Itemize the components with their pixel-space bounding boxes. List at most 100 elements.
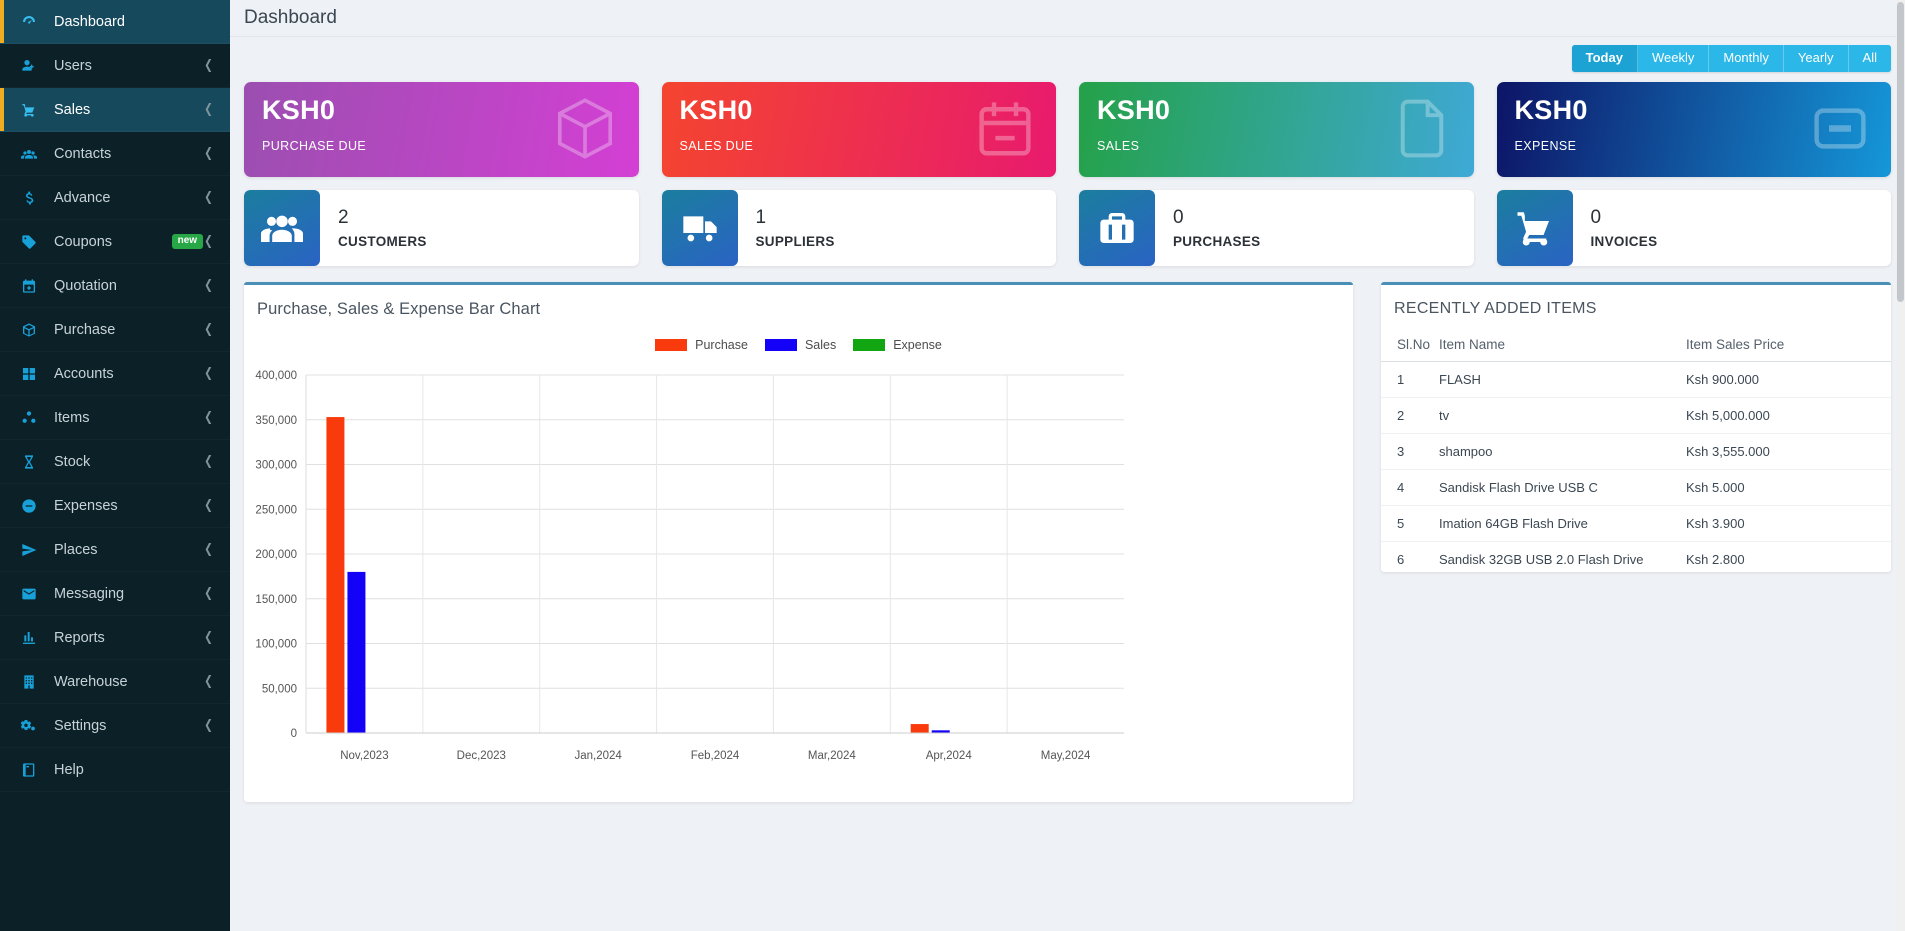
bar-sales-Nov,2023[interactable] — [347, 572, 366, 734]
chevron-left-icon[interactable]: ❮ — [204, 674, 213, 689]
chevron-left-icon[interactable]: ❮ — [204, 366, 213, 381]
sidebar-item-warehouse[interactable]: Warehouse ❮ — [0, 660, 230, 704]
chevron-left-icon[interactable]: ❮ — [204, 58, 213, 73]
chevron-left-icon[interactable]: ❮ — [204, 102, 213, 117]
count-card-customers[interactable]: 2 CUSTOMERS — [244, 190, 639, 267]
filter-today-button[interactable]: Today — [1571, 45, 1638, 73]
sidebar-item-label: Settings — [54, 717, 107, 734]
sidebar-item-label: Quotation — [54, 277, 117, 294]
summary-card-sales[interactable]: KSH0 SALES — [1079, 82, 1474, 178]
count-card-purchases[interactable]: 0 PURCHASES — [1079, 190, 1474, 267]
period-filter-group[interactable]: Today Weekly Monthly Yearly All — [1571, 45, 1891, 73]
box-icon — [549, 92, 621, 167]
sidebar-item-expenses[interactable]: Expenses ❮ — [0, 484, 230, 528]
y-axis-tick-label: 300,000 — [255, 460, 297, 472]
chevron-left-icon[interactable]: ❮ — [204, 586, 213, 601]
minus-box-icon — [1807, 95, 1873, 164]
chevron-left-icon[interactable]: ❮ — [204, 322, 213, 337]
table-row[interactable]: 6 Sandisk 32GB USB 2.0 Flash Drive Ksh 2.8… — [1381, 542, 1891, 578]
table-row[interactable]: 4 Sandisk Flash Drive USB C Ksh 5.000 — [1381, 469, 1891, 507]
sidebar-item-label: Items — [54, 409, 90, 426]
sidebar-item-places[interactable]: Places ❮ — [0, 528, 230, 572]
chevron-left-icon[interactable]: ❮ — [204, 146, 213, 161]
sidebar-item-contacts[interactable]: Contacts ❮ — [0, 132, 230, 176]
count-card-caption: SUPPLIERS — [755, 234, 835, 250]
content: Today Weekly Monthly Yearly All KSH0 PURCHASE… — [230, 37, 1905, 803]
filter-monthly-button[interactable]: Monthly — [1709, 45, 1784, 73]
file-icon — [1388, 94, 1456, 165]
table-row[interactable]: 5 Imation 64GB Flash Drive Ksh 3.900 — [1381, 505, 1891, 543]
sidebar-item-stock[interactable]: Stock ❮ — [0, 440, 230, 484]
app-root: Dashboard Users ❮ Sales ❮ Contacts ❮ Advance ❮ Co… — [0, 0, 1905, 931]
chevron-left-icon[interactable]: ❮ — [204, 718, 213, 733]
chevron-left-icon[interactable]: ❮ — [204, 410, 213, 425]
chevron-left-icon[interactable]: ❮ — [204, 190, 213, 205]
filter-yearly-button[interactable]: Yearly — [1783, 45, 1849, 73]
x-axis-tick-label: Feb,2024 — [691, 750, 740, 762]
sidebar-item-dashboard[interactable]: Dashboard — [0, 0, 230, 44]
count-card-caption: CUSTOMERS — [338, 234, 427, 250]
filter-weekly-button[interactable]: Weekly — [1637, 45, 1710, 73]
count-card-text: 2 CUSTOMERS — [320, 207, 427, 249]
paper-plane-icon — [18, 542, 40, 558]
y-axis-tick-label: 200,000 — [255, 549, 297, 561]
vertical-scrollbar[interactable] — [1896, 0, 1905, 931]
people-icon — [244, 190, 320, 267]
sidebar-item-quotation[interactable]: Quotation ❮ — [0, 264, 230, 308]
sidebar-item-items[interactable]: Items ❮ — [0, 396, 230, 440]
y-axis-tick-label: 250,000 — [255, 505, 297, 517]
sidebar-item-purchase[interactable]: Purchase ❮ — [0, 308, 230, 352]
grid-icon — [18, 366, 40, 382]
sidebar-item-accounts[interactable]: Accounts ❮ — [0, 352, 230, 396]
chevron-left-icon[interactable]: ❮ — [204, 278, 213, 293]
sidebar-item-settings[interactable]: Settings ❮ — [0, 704, 230, 748]
sidebar-item-sales[interactable]: Sales ❮ — [0, 88, 230, 132]
cell-slno: 6 — [1397, 552, 1405, 568]
chevron-left-icon[interactable]: ❮ — [204, 630, 213, 645]
cell-name: Sandisk Flash Drive USB C — [1439, 469, 1686, 507]
scrollbar-thumb[interactable] — [1897, 2, 1904, 302]
y-axis-tick-label: 0 — [291, 728, 297, 740]
bar-purchase-Nov,2023[interactable] — [326, 417, 345, 734]
sidebar-item-label: Advance — [54, 189, 111, 206]
sidebar-item-label: Dashboard — [54, 13, 125, 30]
sidebar-item-label: Purchase — [54, 321, 116, 338]
count-card-suppliers[interactable]: 1 SUPPLIERS — [661, 190, 1056, 267]
chevron-left-icon[interactable]: ❮ — [204, 542, 213, 557]
chevron-left-icon[interactable]: ❮ — [204, 234, 213, 249]
topbar: Dashboard — [230, 0, 1905, 37]
chart-panel: Purchase, Sales & Expense Bar Chart Purc… — [244, 282, 1353, 803]
sidebar-item-coupons[interactable]: Coupons new ❮ — [0, 220, 230, 264]
sidebar-item-reports[interactable]: Reports ❮ — [0, 616, 230, 660]
sidebar-badge-new: new — [171, 234, 204, 249]
x-axis-tick-label: Nov,2023 — [340, 750, 388, 762]
column-header-name: Item Name — [1439, 332, 1686, 363]
table-row[interactable]: 3 shampoo Ksh 3,555.000 — [1381, 433, 1891, 471]
count-card-invoices[interactable]: 0 INVOICES — [1496, 190, 1891, 267]
briefcase-icon — [1079, 190, 1155, 267]
sidebar-item-advance[interactable]: Advance ❮ — [0, 176, 230, 220]
sidebar-item-help[interactable]: Help — [0, 748, 230, 792]
sidebar-item-users[interactable]: Users ❮ — [0, 44, 230, 88]
y-axis-tick-label: 50,000 — [262, 684, 297, 696]
chevron-left-icon[interactable]: ❮ — [204, 454, 213, 469]
summary-card-expense[interactable]: KSH0 EXPENSE — [1496, 82, 1891, 178]
summary-card-purchase-due[interactable]: KSH0 PURCHASE DUE — [244, 82, 639, 178]
summary-card-sales-due[interactable]: KSH0 SALES DUE — [661, 82, 1056, 178]
sidebar-item-messaging[interactable]: Messaging ❮ — [0, 572, 230, 616]
envelope-icon — [18, 586, 40, 602]
sidebar-item-label: Stock — [54, 453, 91, 470]
cell-price: Ksh 3.900 — [1686, 505, 1891, 543]
x-axis-tick-label: Apr,2024 — [926, 750, 973, 762]
bar-purchase-Apr,2024[interactable] — [910, 724, 929, 734]
chevron-left-icon[interactable]: ❮ — [204, 498, 213, 513]
sidebar-item-label: Contacts — [54, 145, 112, 162]
table-row[interactable]: 1 FLASH Ksh 900.000 — [1381, 361, 1891, 399]
column-header-price: Item Sales Price — [1686, 332, 1891, 363]
bar-chart: 0 50,000 100,000 150,000 200,000 250,000 300,0… — [255, 370, 1124, 762]
cell-price: Ksh 5.000 — [1686, 469, 1891, 507]
filter-all-button[interactable]: All — [1848, 45, 1891, 73]
table-row[interactable]: 2 tv Ksh 5,000.000 — [1381, 397, 1891, 435]
cell-price: Ksh 5,000.000 — [1686, 397, 1891, 435]
sidebar-item-label: Users — [54, 57, 92, 74]
